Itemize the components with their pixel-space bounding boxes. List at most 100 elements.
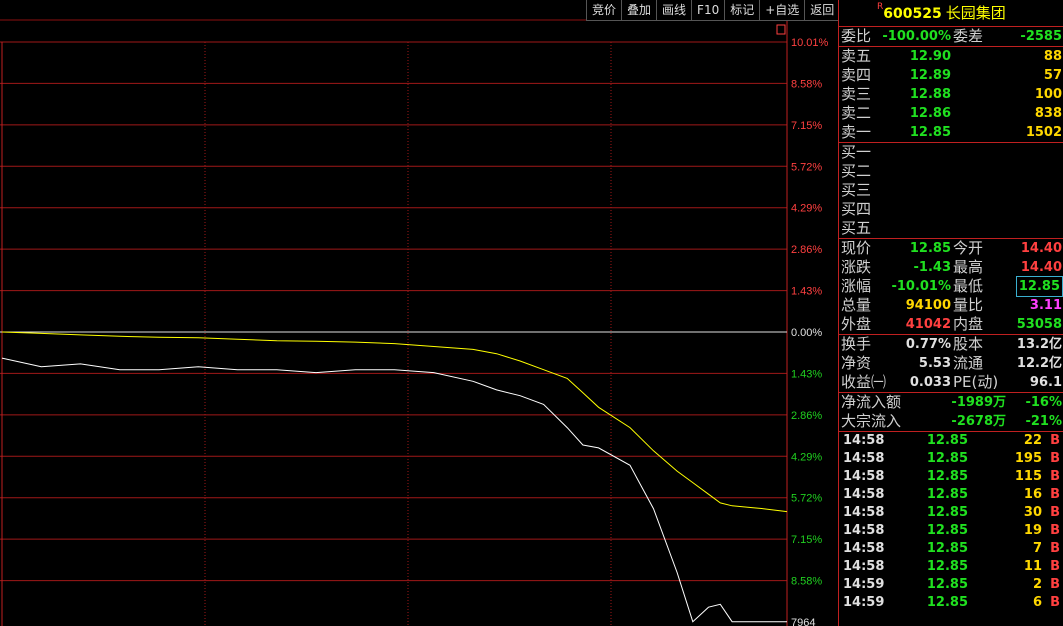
quote-label: 现价: [841, 239, 872, 257]
order-volume: 100: [1034, 87, 1062, 102]
weicha-label: 委差: [953, 27, 984, 45]
tick-row[interactable]: 14:58 12.85 30 B: [839, 504, 1063, 522]
order-volume: 838: [1034, 106, 1062, 121]
tick-volume: 11: [1023, 559, 1042, 574]
tick-volume: 19: [1023, 523, 1042, 538]
quote-value: 3.11: [1029, 298, 1062, 313]
tick-price: 12.85: [926, 487, 968, 502]
y-tick-label: 5.72%: [791, 493, 822, 505]
stock-name: 长园集团: [945, 4, 1006, 22]
y-tick-label: 1.43%: [791, 368, 822, 380]
sell-order-row[interactable]: 卖三 12.88 100: [839, 85, 1063, 104]
tick-price: 12.85: [926, 523, 968, 538]
order-level-label: 买五: [841, 219, 872, 237]
quote-panel: R600525 长园集团 委比 -100.00% 委差 -2585 卖五 12.90…: [838, 0, 1063, 626]
quote-value: 12.85: [909, 241, 951, 256]
tick-list[interactable]: 14:58 12.85 22 B 14:58 12.85 195 B 14:58 12.85 115…: [839, 432, 1063, 612]
stat-label: 收益㈠: [841, 373, 887, 391]
y-tick-label: 2.86%: [791, 410, 822, 422]
quote-value: 41042: [905, 317, 951, 332]
tick-row[interactable]: 14:59 12.85 6 B: [839, 594, 1063, 612]
tick-side: B: [1050, 505, 1060, 520]
tick-row[interactable]: 14:59 12.85 2 B: [839, 576, 1063, 594]
y-tick-label: 4.29%: [791, 451, 822, 463]
tick-side: B: [1050, 595, 1060, 610]
sell-order-row[interactable]: 卖五 12.90 88: [839, 47, 1063, 66]
buy-order-row[interactable]: 买五: [839, 219, 1063, 238]
order-price: 12.88: [909, 87, 951, 102]
mark-button[interactable]: 标记: [724, 0, 760, 21]
flow-value: -1989万: [951, 395, 1006, 410]
weibi-value: -100.00%: [882, 29, 951, 44]
order-level-label: 买四: [841, 200, 872, 218]
tick-time: 14:58: [843, 433, 885, 448]
flow-row: 净流入额 -1989万 -16%: [839, 393, 1063, 412]
tick-row[interactable]: 14:58 12.85 16 B: [839, 486, 1063, 504]
intraday-chart-svg[interactable]: 10.01% 8.58% 7.15% 5.72% 4.29% 2.86% 1.43% 0.00…: [0, 0, 838, 626]
y-tick-label: 1.43%: [791, 286, 822, 298]
intraday-chart[interactable]: 10.01% 8.58% 7.15% 5.72% 4.29% 2.86% 1.43% 0.00…: [0, 0, 838, 626]
stock-code: 600525: [883, 6, 942, 22]
tick-side: B: [1050, 451, 1060, 466]
buy-orders: 买一 买二 买三 买四 买五: [839, 143, 1063, 239]
flow-pct: -21%: [1025, 414, 1062, 429]
tick-row[interactable]: 14:58 12.85 115 B: [839, 468, 1063, 486]
add-watchlist-button[interactable]: +自选: [759, 0, 805, 21]
tick-side: B: [1050, 577, 1060, 592]
quote-value: 14.40: [1020, 241, 1062, 256]
sell-order-row[interactable]: 卖一 12.85 1502: [839, 123, 1063, 142]
quote-row: 涨幅 -10.01% 最低 12.85: [839, 276, 1063, 297]
order-volume: 57: [1043, 68, 1062, 83]
stat-label: 换手: [841, 335, 872, 353]
tick-time: 14:58: [843, 487, 885, 502]
sell-order-row[interactable]: 卖二 12.86 838: [839, 104, 1063, 123]
quote-summary: 现价 12.85 今开 14.40 涨跌 -1.43 最高 14.40 涨幅 -10.01% 最低 1…: [839, 239, 1063, 335]
weibi-section: 委比 -100.00% 委差 -2585: [839, 27, 1063, 47]
y-tick-label: 10.01%: [791, 37, 829, 49]
y-tick-label: 8.58%: [791, 78, 822, 90]
tick-row[interactable]: 14:58 12.85 195 B: [839, 450, 1063, 468]
tick-price: 12.85: [926, 577, 968, 592]
order-price: 12.85: [909, 125, 951, 140]
tick-side: B: [1050, 541, 1060, 556]
f10-button[interactable]: F10: [691, 0, 725, 21]
y-tick-label: 0.00%: [791, 327, 822, 339]
flow-label: 净流入额: [841, 393, 902, 411]
y-tick-label: 4.29%: [791, 203, 822, 215]
fundamental-stats: 换手 0.77% 股本 13.2亿 净资 5.53 流通 12.2亿 收益㈠ 0.033 PE(动)…: [839, 335, 1063, 393]
quote-row: 外盘 41042 内盘 53058: [839, 315, 1063, 334]
tick-row[interactable]: 14:58 12.85 7 B: [839, 540, 1063, 558]
tick-row[interactable]: 14:58 12.85 19 B: [839, 522, 1063, 540]
tick-row[interactable]: 14:58 12.85 11 B: [839, 558, 1063, 576]
stat-value: 0.77%: [905, 337, 951, 352]
buy-order-row[interactable]: 买一: [839, 143, 1063, 162]
back-button[interactable]: 返回: [804, 0, 840, 21]
sell-order-row[interactable]: 卖四 12.89 57: [839, 66, 1063, 85]
auction-button[interactable]: 竞价: [586, 0, 622, 21]
overlay-button[interactable]: 叠加: [621, 0, 657, 21]
tick-side: B: [1050, 469, 1060, 484]
flow-label: 大宗流入: [841, 412, 902, 430]
order-level-label: 卖一: [841, 123, 872, 141]
quote-label: 涨幅: [841, 277, 872, 295]
quote-label: 量比: [953, 296, 984, 314]
tick-row[interactable]: 14:58 12.85 22 B: [839, 432, 1063, 450]
tick-time: 14:58: [843, 505, 885, 520]
order-level-label: 买一: [841, 143, 872, 161]
buy-order-row[interactable]: 买四: [839, 200, 1063, 219]
draw-line-button[interactable]: 画线: [656, 0, 692, 21]
chart-toolbar: 竞价 叠加 画线 F10 标记 +自选 返回: [586, 0, 840, 21]
tick-volume: 30: [1023, 505, 1042, 520]
tick-volume: 6: [1032, 595, 1042, 610]
weibi-row: 委比 -100.00% 委差 -2585: [839, 27, 1063, 46]
tick-side: B: [1050, 433, 1060, 448]
quote-row: 总量 94100 量比 3.11: [839, 296, 1063, 315]
buy-order-row[interactable]: 买二: [839, 162, 1063, 181]
buy-order-row[interactable]: 买三: [839, 181, 1063, 200]
y-tick-label: 2.86%: [791, 244, 822, 256]
order-price: 12.90: [909, 49, 951, 64]
stock-header: R600525 长园集团: [839, 0, 1063, 27]
order-level-label: 买二: [841, 162, 872, 180]
order-volume: 88: [1043, 49, 1062, 64]
tick-volume: 22: [1023, 433, 1042, 448]
